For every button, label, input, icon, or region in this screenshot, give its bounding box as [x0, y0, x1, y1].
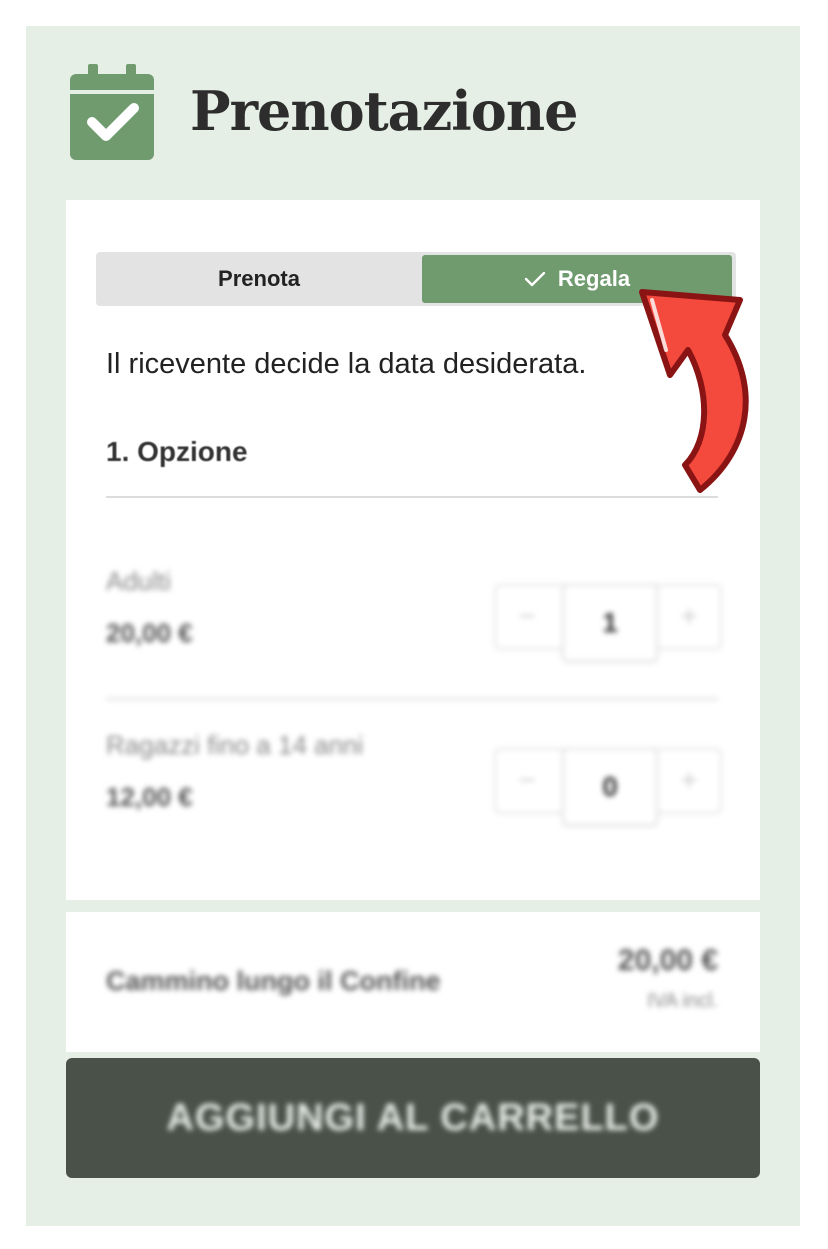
- product-name: Cammino lungo il Confine: [106, 966, 441, 996]
- curved-arrow-icon: [639, 289, 749, 493]
- decrement-button[interactable]: −: [496, 750, 558, 812]
- quantity-stepper: − 0 +: [494, 748, 722, 826]
- tab-prenota-label: Prenota: [218, 266, 300, 291]
- decrement-button[interactable]: −: [496, 586, 558, 648]
- add-to-cart-label: AGGIUNGI AL CARRELLO: [166, 1096, 660, 1139]
- quantity-value[interactable]: 1: [562, 584, 658, 662]
- checkmark-icon: [524, 271, 546, 287]
- increment-button[interactable]: +: [658, 586, 720, 648]
- total-price: 20,00 €: [617, 944, 718, 977]
- tab-prenota[interactable]: Prenota: [96, 252, 422, 306]
- quantity-stepper: − 1 +: [494, 584, 722, 662]
- page-title: Prenotazione: [190, 79, 578, 143]
- tab-regala-label: Regala: [557, 266, 631, 291]
- gift-info-text: Il ricevente decide la data desiderata.: [106, 348, 587, 380]
- add-to-cart-button[interactable]: AGGIUNGI AL CARRELLO: [66, 1058, 760, 1178]
- divider: [106, 698, 718, 700]
- ticket-label: Adulti: [106, 566, 172, 596]
- tax-note: IVA incl.: [647, 990, 718, 1012]
- option-heading: 1. Opzione: [106, 436, 248, 467]
- quantity-value[interactable]: 0: [562, 748, 658, 826]
- increment-button[interactable]: +: [658, 750, 720, 812]
- ticket-label: Ragazzi fino a 14 anni: [106, 730, 364, 760]
- ticket-price: 20,00 €: [106, 618, 193, 648]
- divider: [106, 496, 718, 498]
- calendar-check-icon: [70, 64, 154, 160]
- ticket-price: 12,00 €: [106, 782, 193, 812]
